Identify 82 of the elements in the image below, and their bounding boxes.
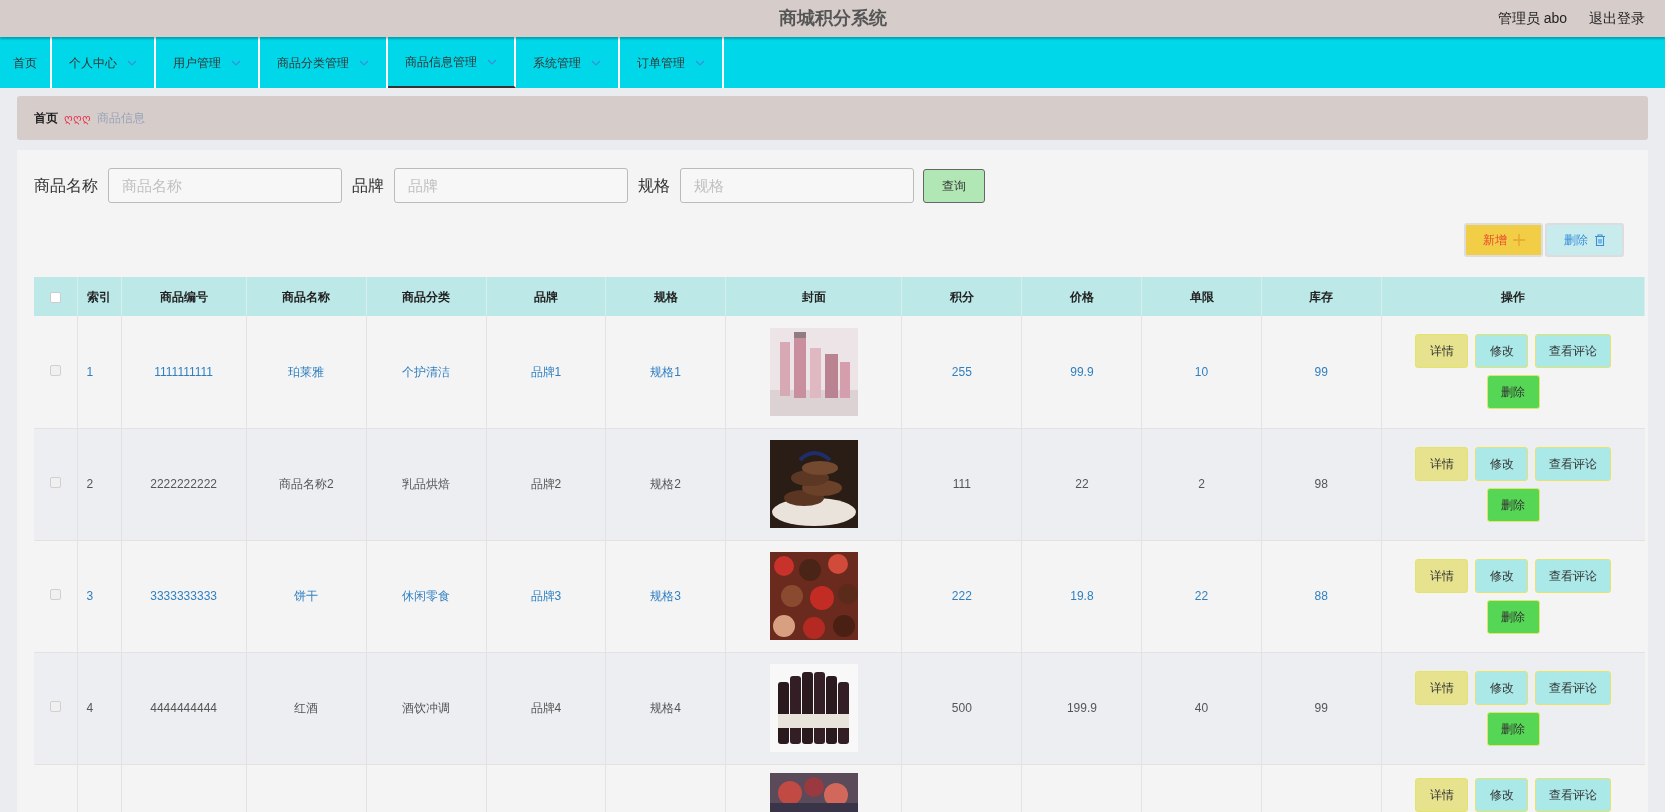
reviews-button[interactable]: 查看评论 (1535, 446, 1612, 481)
delete-button[interactable]: 删除 (1486, 487, 1540, 522)
table-cell: 98 (1314, 477, 1328, 491)
table-cell: 规格2 (650, 477, 681, 491)
detail-button[interactable]: 详情 (1415, 558, 1469, 593)
search-label: 规格 (638, 175, 670, 196)
table-cell: 规格4 (650, 701, 681, 715)
reviews-button[interactable]: 查看评论 (1535, 334, 1612, 369)
nav-tab[interactable]: 商品信息管理 (388, 37, 516, 88)
detail-button[interactable]: 详情 (1415, 446, 1469, 481)
delete-button[interactable]: 删除 (1486, 711, 1540, 746)
table-cell: 10 (1194, 364, 1209, 379)
table-cell: 商品名称2 (278, 477, 334, 491)
table-cell: 饼干 (294, 589, 319, 603)
checkbox[interactable] (49, 589, 61, 600)
detail-button[interactable]: 详情 (1415, 334, 1469, 369)
delete-button[interactable]: 删除 (1486, 375, 1540, 410)
search-label: 商品名称 (34, 175, 98, 196)
reviews-button[interactable]: 查看评论 (1535, 777, 1612, 812)
reviews-button[interactable]: 查看评论 (1535, 670, 1612, 705)
app-title: 商城积分系统 (778, 7, 887, 30)
nav-tab[interactable]: 首页 (0, 37, 52, 88)
table-cell: 99.9 (1070, 364, 1094, 379)
table-cell: 22 (1075, 477, 1089, 491)
checkbox[interactable] (49, 291, 61, 303)
table-cell: 19.8 (1070, 589, 1094, 603)
edit-button[interactable]: 修改 (1475, 777, 1529, 812)
table-cell: 乳品烘焙 (402, 477, 451, 491)
edit-button[interactable]: 修改 (1475, 558, 1529, 593)
table-cell: 2222222222 (150, 477, 217, 491)
table-cell: 4 (86, 701, 94, 715)
table-cell: 1111111111 (154, 364, 213, 379)
table-cell: 1 (86, 364, 94, 379)
table-cell: 酒饮冲调 (402, 701, 451, 715)
edit-button[interactable]: 修改 (1475, 670, 1529, 705)
checkbox[interactable] (49, 477, 61, 488)
user-label: 管理员 abo (1497, 9, 1567, 28)
table-cell: 休闲零食 (402, 589, 451, 603)
delete-button[interactable]: 删除 (1486, 599, 1540, 634)
table-cell: 3 (86, 589, 94, 603)
table-cell: 红酒 (294, 701, 319, 715)
table-cell: 199.9 (1066, 701, 1097, 715)
nav-tab[interactable]: 商品分类管理 (260, 37, 388, 88)
table-cell: 规格1 (650, 364, 681, 379)
table-cell: 3333333333 (150, 589, 217, 603)
nav-tab[interactable]: 用户管理 (156, 37, 260, 88)
table-cell: 111 (952, 477, 971, 491)
table-cell: 品牌4 (530, 701, 562, 715)
checkbox[interactable] (49, 701, 61, 712)
table-cell: 2 (1198, 477, 1205, 491)
reviews-button[interactable]: 查看评论 (1535, 558, 1612, 593)
breadcrumb-separator: ღღღ (64, 110, 91, 127)
trash-icon (1593, 234, 1606, 246)
table-cell: 品牌2 (530, 477, 562, 491)
table-cell: 88 (1314, 589, 1328, 603)
nav-tab[interactable]: 个人中心 (52, 37, 156, 88)
table-cell: 99 (1314, 364, 1328, 379)
breadcrumb-home[interactable]: 首页 (34, 109, 58, 127)
table-cell: 品牌3 (530, 589, 562, 603)
table-cell: 500 (951, 701, 972, 715)
table-cell: 4444444444 (150, 701, 217, 715)
checkbox[interactable] (49, 364, 61, 376)
detail-button[interactable]: 详情 (1415, 777, 1469, 812)
nav-tab[interactable]: 系统管理 (516, 37, 620, 88)
table-cell: 22 (1194, 589, 1209, 603)
table-cell: 规格3 (650, 589, 681, 603)
search-label: 品牌 (352, 175, 384, 196)
search-button[interactable]: 查询 (923, 168, 985, 203)
plus-icon (1512, 234, 1525, 246)
table-cell: 99 (1314, 701, 1328, 715)
table-cell: 255 (951, 364, 972, 379)
logout-link[interactable]: 退出登录 (1589, 8, 1645, 29)
table-cell: 品牌1 (530, 364, 562, 379)
edit-button[interactable]: 修改 (1475, 334, 1529, 369)
table-cell: 个护清洁 (402, 364, 451, 379)
table-cell: 珀莱雅 (288, 364, 325, 379)
nav-tab[interactable]: 订单管理 (620, 37, 724, 88)
table-cell: 2 (86, 477, 94, 491)
table-cell: 222 (951, 589, 972, 603)
edit-button[interactable]: 修改 (1475, 446, 1529, 481)
detail-button[interactable]: 详情 (1415, 670, 1469, 705)
table-cell: 40 (1194, 701, 1209, 715)
